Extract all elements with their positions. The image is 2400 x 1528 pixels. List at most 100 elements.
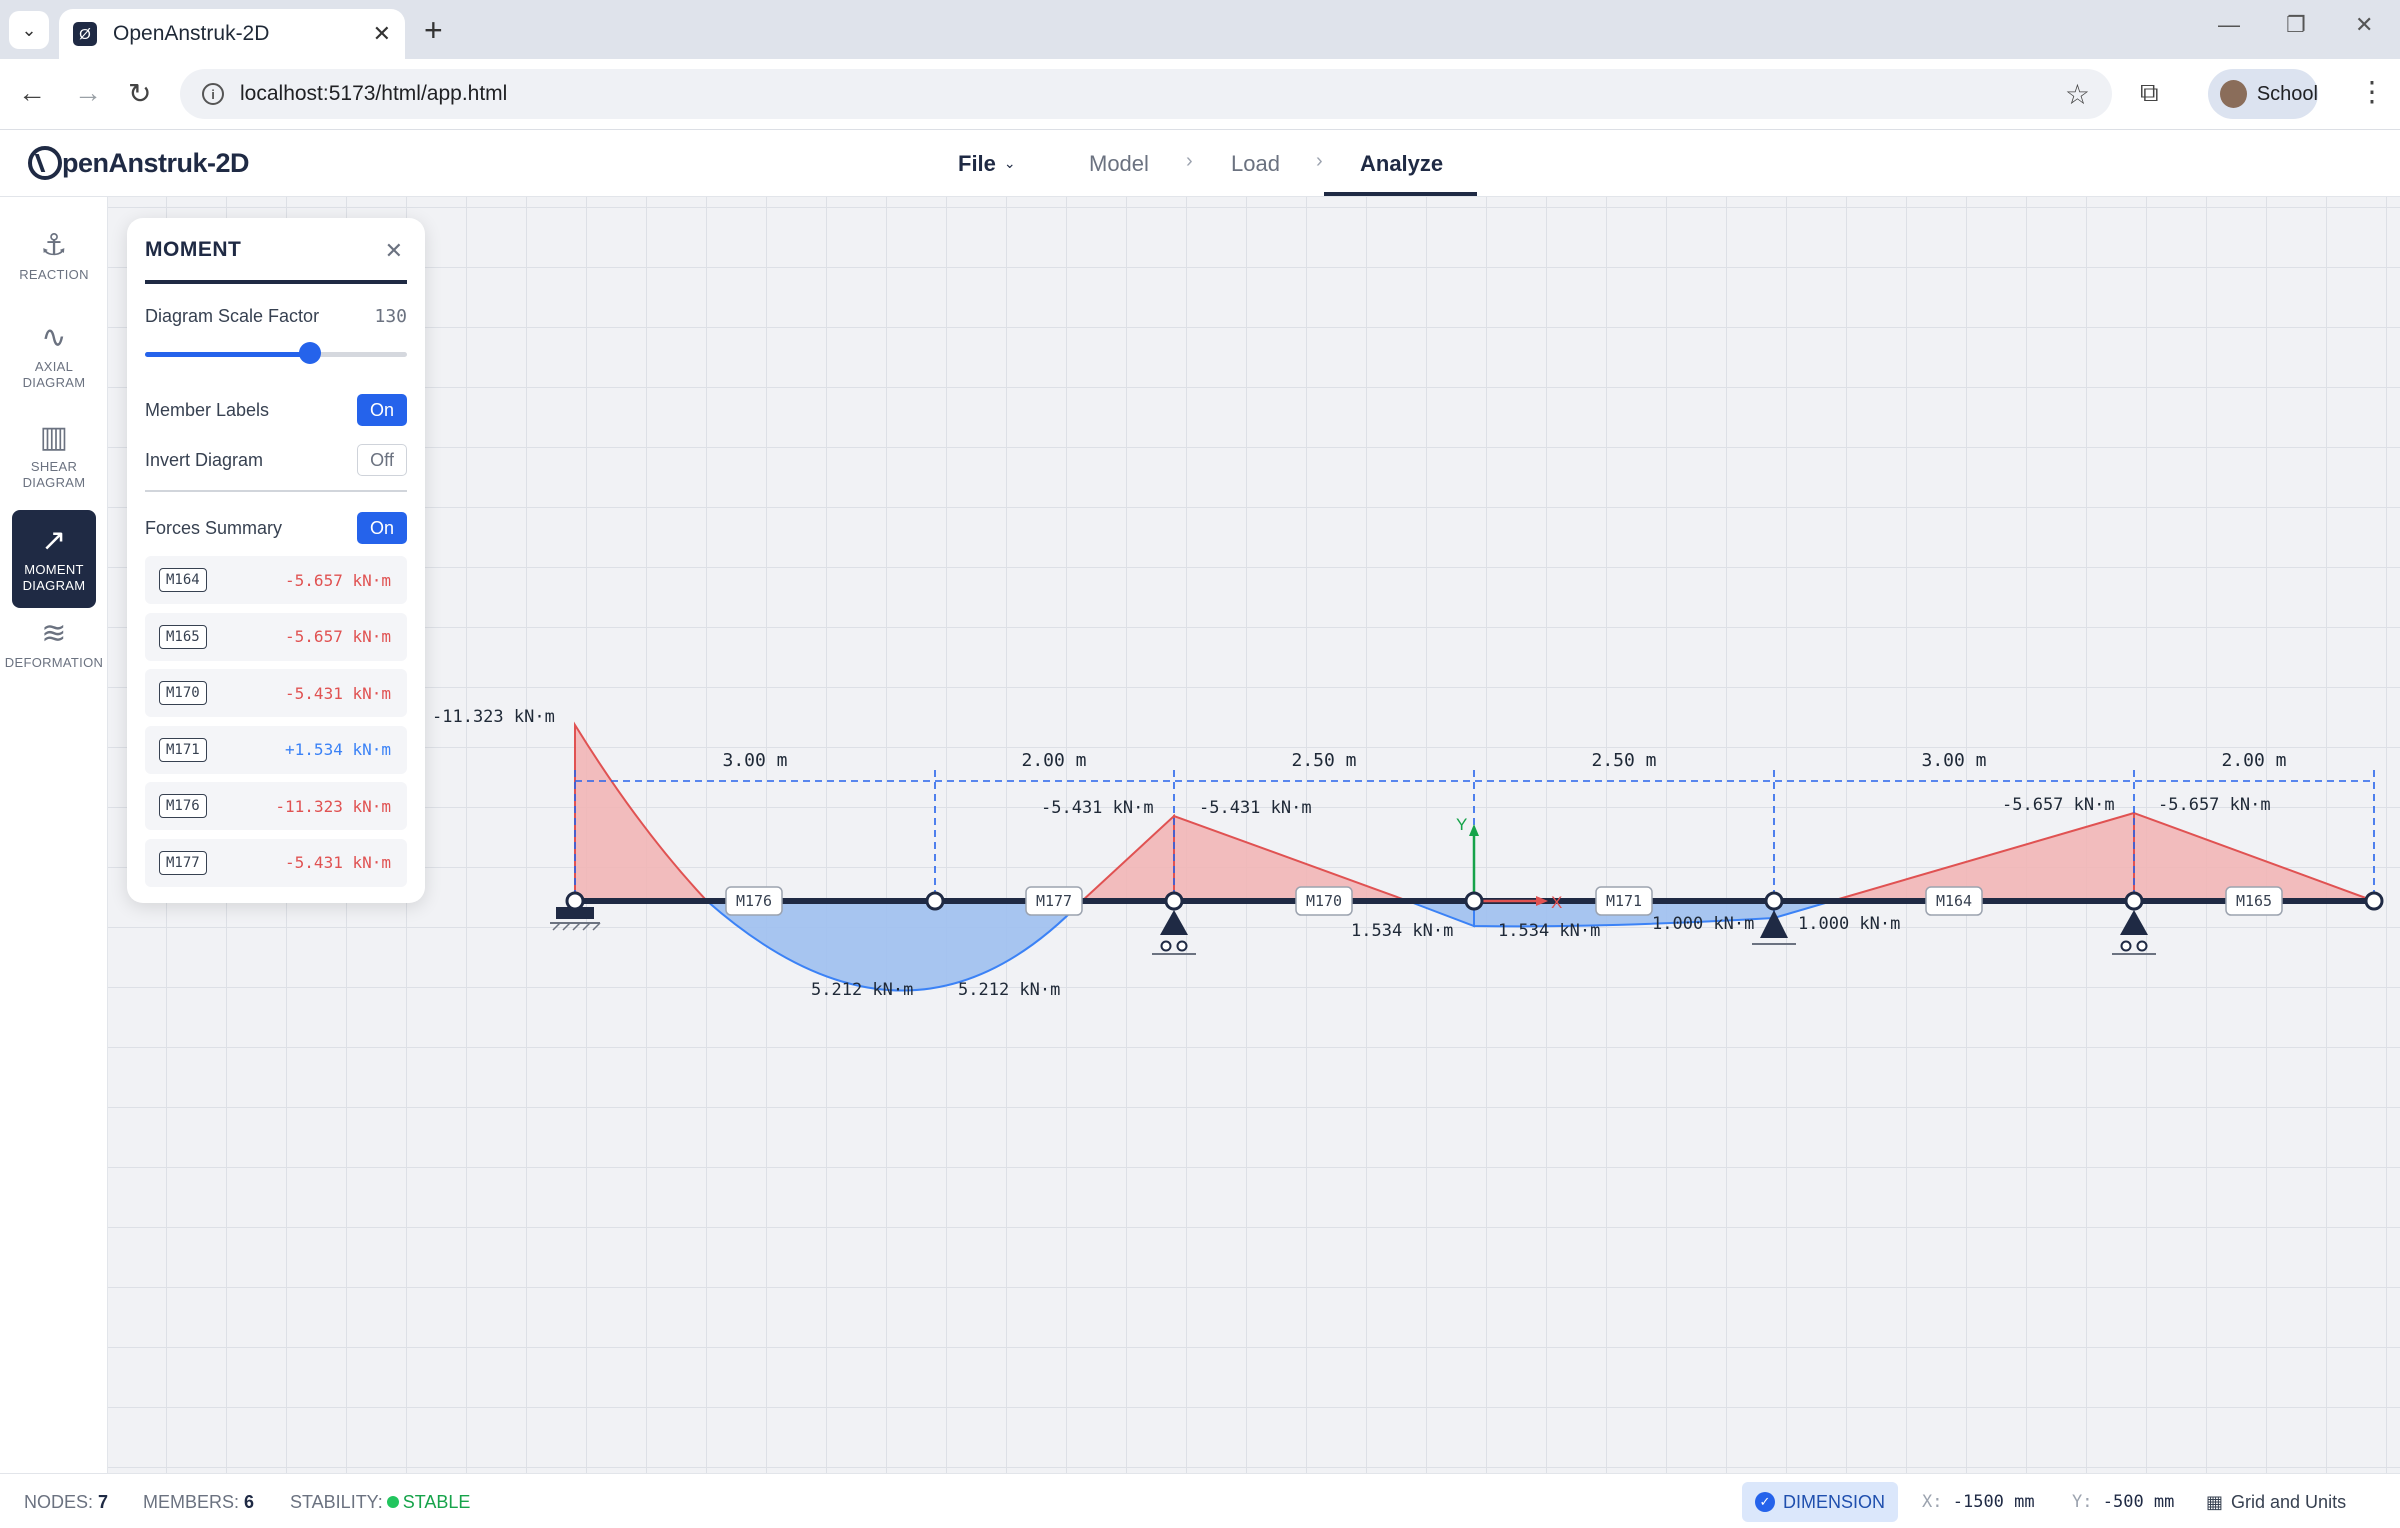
restore-icon[interactable]: ❐: [2286, 12, 2306, 38]
slider-handle[interactable]: [299, 342, 322, 364]
member-tag: M165: [159, 624, 207, 649]
bookmark-star-icon[interactable]: ☆: [2065, 78, 2090, 111]
chevron-down-icon: ⌄: [21, 19, 37, 40]
member-tag: M176: [159, 794, 207, 818]
member-tag: M171: [159, 737, 207, 762]
node: [2364, 891, 2384, 911]
member-labels-row: Member Labels On: [145, 394, 407, 426]
invert-diagram-toggle[interactable]: Off: [357, 444, 407, 476]
slider-fill: [145, 352, 311, 357]
back-icon[interactable]: ←: [18, 77, 46, 109]
browser-tab[interactable]: Ø OpenAnstruk-2D ✕: [59, 9, 405, 59]
stability-status: STABILITY: STABLE: [290, 1492, 470, 1513]
stability-value: STABLE: [402, 1492, 471, 1512]
tool-axial-label: AXIAL DIAGRAM: [22, 359, 86, 390]
forces-summary-label: Forces Summary: [145, 517, 283, 538]
forces-summary-item[interactable]: M170 -5.431 kN·m: [145, 669, 407, 717]
close-icon[interactable]: ✕: [373, 21, 391, 47]
members-count: MEMBERS: 6: [143, 1492, 254, 1513]
trend-icon: ↗: [41, 524, 67, 557]
node: [2124, 891, 2144, 911]
reload-icon[interactable]: ↻: [128, 77, 151, 110]
member-label-m164[interactable]: M164: [1936, 892, 1972, 910]
app-favicon-icon: Ø: [73, 22, 97, 46]
chevron-down-icon: ⌄: [1003, 155, 1016, 171]
bar-chart-icon: ▥: [39, 421, 69, 454]
minimize-icon[interactable]: —: [2218, 12, 2240, 38]
dimension-toggle-button[interactable]: ✓ DIMENSION: [1742, 1482, 1898, 1522]
tool-shear-diagram[interactable]: ▥ SHEAR DIAGRAM: [12, 421, 96, 491]
node: [565, 891, 585, 911]
forces-summary-item[interactable]: M177 -5.431 kN·m: [145, 838, 407, 887]
status-bar: NODES: 7 MEMBERS: 6 STABILITY: STABLE ✓ D…: [0, 1473, 2400, 1528]
tab-title: OpenAnstruk-2D: [113, 22, 270, 45]
moment-label: -5.657 kN·m: [2002, 795, 2115, 815]
tool-reaction[interactable]: ⚓ REACTION: [12, 229, 96, 283]
forces-summary-item[interactable]: M171 +1.534 kN·m: [145, 725, 407, 774]
forces-summary-item[interactable]: M164 -5.657 kN·m: [145, 556, 407, 604]
app-logo[interactable]: penAnstruk-2D: [28, 146, 250, 180]
site-info-icon[interactable]: i: [202, 83, 224, 105]
roller-support: [2112, 910, 2156, 955]
tool-moment-diagram[interactable]: ↗ MOMENT DIAGRAM: [12, 510, 96, 608]
window-close-icon[interactable]: ✕: [2355, 12, 2373, 38]
dimension-label: DIMENSION: [1782, 1491, 1885, 1512]
cursor-y: Y: -500 mm: [2072, 1492, 2174, 1512]
panel-divider: [145, 490, 407, 492]
scale-factor-row: Diagram Scale Factor 130: [145, 306, 407, 327]
moment-value: -11.323 kN·m: [275, 796, 391, 816]
omnibox[interactable]: i localhost:5173/html/app.html ☆: [180, 69, 2112, 119]
forces-summary-toggle[interactable]: On: [357, 512, 407, 544]
left-toolbar: ⚓ REACTION ∿ AXIAL DIAGRAM ▥ SHEAR DIAGR…: [0, 197, 108, 1473]
tool-moment-label: MOMENT DIAGRAM: [22, 562, 86, 593]
profile-name: School: [2256, 82, 2318, 105]
span-label: 2.50 m: [1591, 750, 1656, 771]
tool-shear-label: SHEAR DIAGRAM: [22, 459, 86, 490]
grid-units-button[interactable]: ▦ Grid and Units: [2206, 1492, 2346, 1513]
tab-search-button[interactable]: ⌄: [9, 11, 49, 49]
forces-summary-item[interactable]: M165 -5.657 kN·m: [145, 612, 407, 661]
members-value: 6: [244, 1492, 255, 1512]
more-menu-icon[interactable]: ⋮: [2358, 75, 2386, 108]
nodes-label: NODES:: [24, 1492, 94, 1512]
tab-analyze[interactable]: Analyze: [1360, 130, 1443, 197]
wave-icon: ≋: [41, 617, 67, 650]
member-label-m177[interactable]: M177: [1036, 892, 1072, 910]
member-tag: M177: [159, 850, 207, 875]
tool-deformation[interactable]: ≋ DEFORMATION: [4, 617, 104, 671]
moment-fill-m170-negative: [1173, 814, 1409, 902]
moment-label: -5.431 kN·m: [1041, 798, 1154, 818]
profile-button[interactable]: School: [2208, 69, 2318, 119]
tool-axial-diagram[interactable]: ∿ AXIAL DIAGRAM: [12, 321, 96, 391]
new-tab-icon[interactable]: +: [424, 12, 443, 49]
tab-load[interactable]: Load: [1231, 130, 1280, 197]
member-label-m176[interactable]: M176: [736, 892, 772, 910]
span-label: 3.00 m: [1921, 750, 1986, 771]
span-label: 2.00 m: [2221, 750, 2286, 771]
tool-deformation-label: DEFORMATION: [4, 655, 104, 670]
menu-file[interactable]: File ⌄: [958, 130, 1016, 197]
member-label-m170[interactable]: M170: [1306, 892, 1342, 910]
y-value: -500 mm: [2102, 1492, 2175, 1512]
extensions-icon[interactable]: ⧉: [2140, 77, 2159, 109]
member-tag: M170: [159, 681, 207, 705]
active-tab-underline: [1324, 192, 1477, 196]
close-icon[interactable]: ✕: [385, 238, 403, 264]
moment-label: 5.212 kN·m: [958, 980, 1060, 1000]
forces-summary-item[interactable]: M176 -11.323 kN·m: [145, 782, 407, 830]
app-header: penAnstruk-2D File ⌄ Model Load Analyze: [0, 130, 2400, 197]
moment-value: +1.534 kN·m: [285, 740, 391, 759]
tab-model[interactable]: Model: [1089, 130, 1149, 197]
node: [1164, 891, 1184, 911]
span-label: 2.50 m: [1291, 750, 1356, 771]
url-text: localhost:5173/html/app.html: [240, 82, 508, 105]
member-labels-toggle[interactable]: On: [357, 394, 407, 426]
node: [1464, 891, 1484, 911]
x-label: X:: [1922, 1492, 1943, 1512]
forward-icon[interactable]: →: [74, 77, 102, 109]
member-label-m165[interactable]: M165: [2236, 892, 2272, 910]
member-label-m171[interactable]: M171: [1606, 892, 1642, 910]
structure-canvas[interactable]: 3.00 m 2.00 m 2.50 m 2.50 m 3.00 m 2.00 …: [108, 197, 2400, 1473]
anchor-icon: ⚓: [40, 229, 68, 262]
scale-factor-slider[interactable]: [145, 342, 407, 364]
